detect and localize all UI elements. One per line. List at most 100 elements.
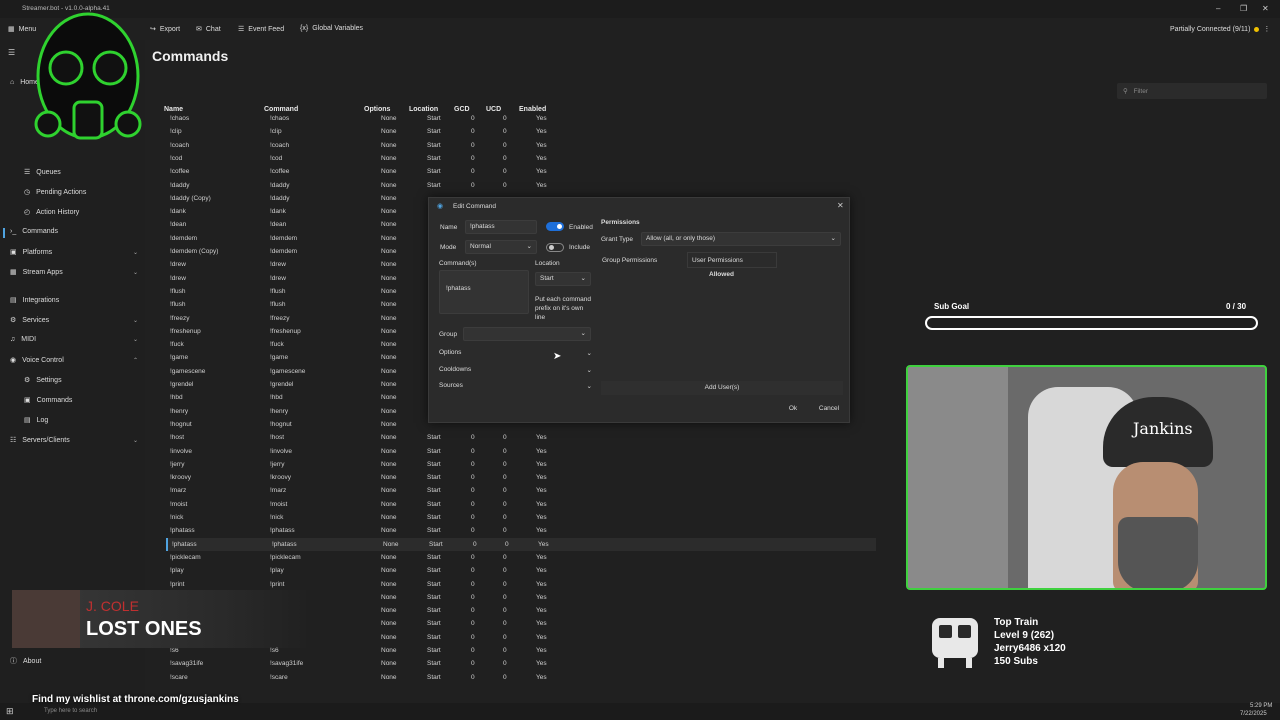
export-button[interactable]: ↪ Export [150,25,180,34]
connection-status[interactable]: Partially Connected (9/11) ⋮ [1170,25,1271,34]
cell-enabled: Yes [536,460,547,468]
dialog-title: Edit Command [453,203,496,210]
table-row[interactable]: !savag31ife !savag31ife None Start 0 0 Yes [166,657,876,670]
sidebar-item-vc-commands[interactable]: ▣ Commands [24,396,72,405]
sidebar-item-about[interactable]: ⓘ About [10,656,138,666]
table-row[interactable]: !daddy !daddy None Start 0 0 Yes [166,179,876,192]
sidebar-item-label: Pending Actions [36,188,87,196]
server-icon: ☷ [10,437,17,444]
cell-location: Start [427,181,441,189]
train-title: Top Train [994,617,1039,628]
filter-input[interactable]: ⚲ Filter [1117,83,1267,99]
sidebar-item-action-history[interactable]: ◴ Action History [24,208,79,217]
sidebar-item-label: Integrations [22,296,60,304]
sidebar-item-services[interactable]: ⚙ Services ⌄ [10,316,138,325]
table-row[interactable]: !play !play None Start 0 0 Yes [166,564,876,577]
sidebar-item-stream-apps[interactable]: ▦ Stream Apps ⌄ [10,268,138,277]
cell-gcd: 0 [471,673,475,681]
sidebar-item-midi[interactable]: ♫ MIDI ⌄ [10,336,138,343]
sidebar-item-commands[interactable]: ›_ Commands [10,228,138,235]
sidebar-item-integrations[interactable]: ▤ Integrations [10,296,138,305]
table-row[interactable]: !coach !coach None Start 0 0 Yes [166,139,876,152]
cell-location: Start [427,607,441,615]
beard [1118,517,1198,588]
location-select[interactable]: Start ⌄ [535,272,591,286]
cell-name: !coffee [170,168,190,176]
close-icon[interactable]: ✕ [837,201,844,210]
cell-options: None [381,500,397,508]
table-row[interactable]: !phatass !phatass None Start 0 0 Yes [166,524,876,537]
sub-goal-count: 0 / 30 [1226,302,1247,311]
add-users-button[interactable]: Add User(s) [601,381,843,395]
cancel-button[interactable]: Cancel [813,402,845,416]
cell-location: Start [427,460,441,468]
table-row[interactable]: !jerry !jerry None Start 0 0 Yes [166,458,876,471]
sidebar-item-pending-actions[interactable]: ◷ Pending Actions [24,188,87,197]
more-icon: ⋮ [1263,26,1271,33]
table-row[interactable]: !clip !clip None Start 0 0 Yes [166,125,876,138]
table-row[interactable]: !picklecam !picklecam None Start 0 0 Yes [166,551,876,564]
table-row[interactable]: !nick !nick None Start 0 0 Yes [166,511,876,524]
grant-type-select[interactable]: Allow (all, or only those) ⌄ [641,232,841,246]
mode-select[interactable]: Normal ⌄ [465,240,537,254]
table-row[interactable]: !cod !cod None Start 0 0 Yes [166,152,876,165]
table-row[interactable]: !marz !marz None Start 0 0 Yes [166,484,876,497]
table-row[interactable]: !kroovy !kroovy None Start 0 0 Yes [166,471,876,484]
hamburger-icon[interactable]: ☰ [8,48,15,57]
minimize-icon[interactable]: – [1216,4,1220,13]
sidebar-item-queues[interactable]: ☰ Queues [24,168,61,177]
options-expander[interactable]: Options ⌄ [439,349,594,361]
cell-enabled: Yes [536,593,547,601]
cell-name: !daddy [170,181,190,189]
table-row[interactable]: !scare !scare None Start 0 0 Yes [166,671,876,684]
cell-name: !clip [170,128,182,136]
cell-gcd: 0 [471,474,475,482]
sidebar-item-platforms[interactable]: ▣ Platforms ⌄ [10,248,138,257]
microphone-icon: ◉ [10,357,17,364]
taskbar-search[interactable]: Type here to search [44,708,97,714]
chat-button[interactable]: ✉ Chat [196,25,221,34]
train-subs: 150 Subs [994,656,1038,667]
cell-name: !dean [170,221,187,229]
sidebar-item-vc-log[interactable]: ▤ Log [24,416,48,425]
sidebar-item-vc-settings[interactable]: ⚙ Settings [24,376,62,385]
chevron-down-icon: ⌄ [132,249,138,256]
table-row[interactable]: !print !print None Start 0 0 Yes [166,578,876,591]
group-select[interactable]: ⌄ [463,327,591,341]
table-row[interactable]: !host !host None Start 0 0 Yes [166,431,876,444]
cell-command: !s6 [270,647,279,654]
global-variables-button[interactable]: {x} Global Variables [300,25,363,32]
restore-icon[interactable]: ❐ [1240,4,1247,13]
cell-command: !freezy [270,314,290,322]
table-row[interactable]: !involve !involve None Start 0 0 Yes [166,445,876,458]
sources-expander[interactable]: Sources ⌄ [439,382,594,394]
table-row[interactable]: !coffee !coffee None Start 0 0 Yes [166,165,876,178]
windows-icon[interactable]: ⊞ [6,706,14,717]
close-icon[interactable]: ✕ [1262,4,1269,13]
cell-gcd: 0 [471,154,475,162]
sidebar-item-servers-clients[interactable]: ☷ Servers/Clients ⌄ [10,436,138,445]
terminal-icon: ›_ [10,228,17,235]
table-row[interactable]: !chaos !chaos None Start 0 0 Yes [166,112,876,125]
include-toggle[interactable] [546,243,564,252]
cell-ucd: 0 [503,128,507,136]
cell-name: !cod [170,154,183,162]
event-feed-button[interactable]: ☰ Event Feed [238,25,284,34]
cell-enabled: Yes [536,434,547,442]
cell-name: !freshenup [170,327,201,335]
name-label: Name [440,224,458,231]
enabled-label: Enabled [569,224,593,231]
table-row[interactable]: !moist !moist None Start 0 0 Yes [166,498,876,511]
user-permissions-box: User Permissions [687,252,777,268]
commands-textarea[interactable]: !phatass [439,270,529,314]
table-row[interactable]: !phatass !phatass None Start 0 0 Yes [166,537,876,551]
cooldowns-expander[interactable]: Cooldowns ⌄ [439,366,594,378]
name-input[interactable]: !phatass [465,220,537,234]
cell-command: !nick [270,514,284,521]
enabled-toggle[interactable] [546,222,564,231]
sidebar-item-voice-control[interactable]: ◉ Voice Control ⌃ [10,356,138,365]
cell-ucd: 0 [503,115,507,122]
cell-enabled: Yes [536,647,547,654]
location-label: Location [535,260,560,267]
ok-button[interactable]: Ok [779,402,807,416]
